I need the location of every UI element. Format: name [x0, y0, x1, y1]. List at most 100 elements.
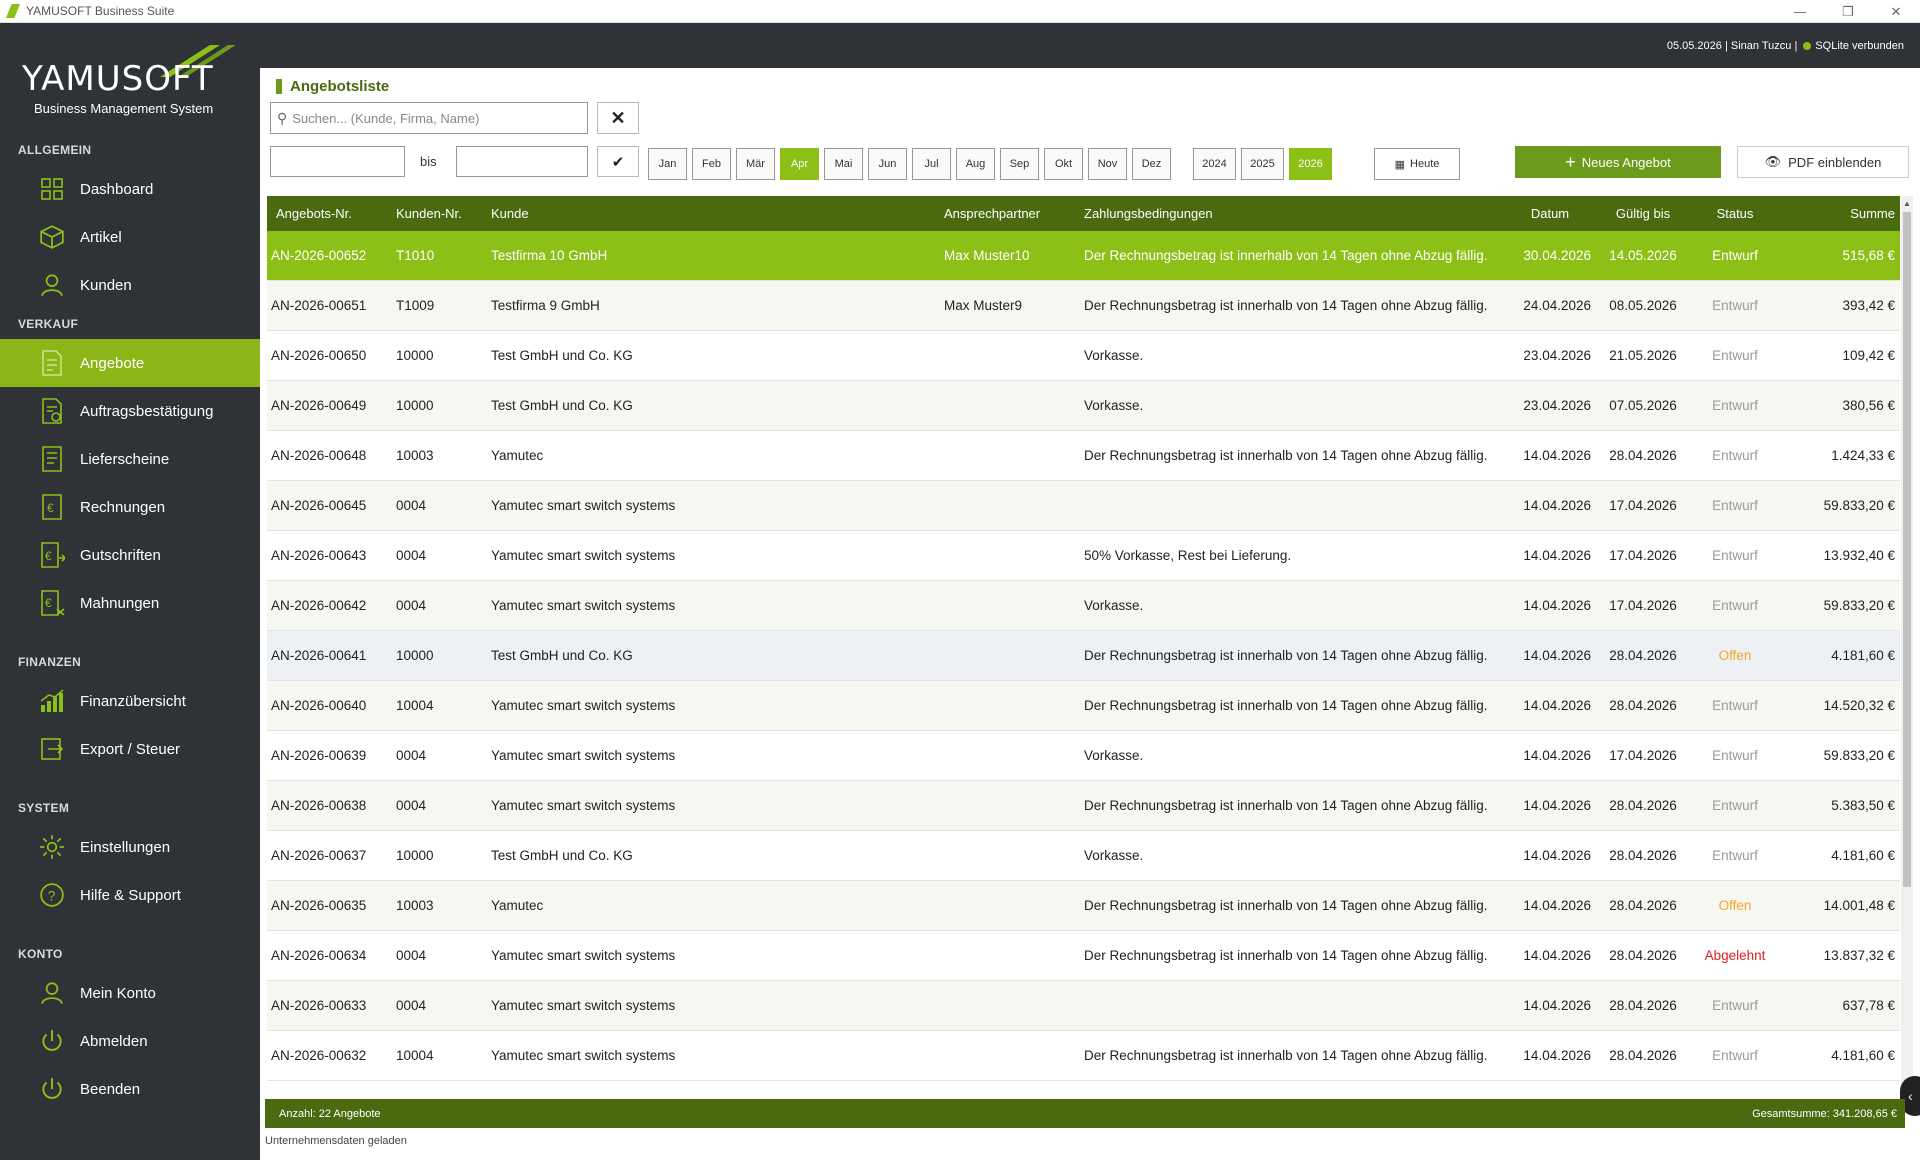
table-row[interactable]: AN-2026-00640 10004 Yamutec smart switch s… [267, 681, 1900, 731]
cell-summe: 13.837,32 € [1823, 948, 1895, 963]
column-header-gueltig-bis[interactable]: Gültig bis [1595, 206, 1691, 221]
cell-kunde: Yamutec smart switch systems [491, 598, 676, 613]
cell-datum: 14.04.2026 [1523, 948, 1591, 963]
table-header: Angebots-Nr. Kunden-Nr. Kunde Ansprechpartn… [267, 196, 1900, 231]
cell-gueltig-bis: 14.05.2026 [1609, 248, 1677, 263]
date-from-input[interactable] [270, 146, 405, 177]
table-row[interactable]: AN-2026-00634 0004 Yamutec smart switch sy… [267, 931, 1900, 981]
cell-ansprechpartner: Max Muster9 [944, 298, 1023, 313]
table-row[interactable]: AN-2026-00648 10003 Yamutec Der Rechnungsbe… [267, 431, 1900, 481]
cell-summe: 4.181,60 € [1831, 848, 1895, 863]
cell-angebots-nr: AN-2026-00633 [271, 998, 367, 1013]
close-icon[interactable]: ✕ [1872, 0, 1920, 23]
column-header-ansprechpartner[interactable]: Ansprechpartner [940, 206, 1080, 221]
column-header-summe[interactable]: Summe [1779, 206, 1899, 221]
table-row[interactable]: AN-2026-00635 10003 Yamutec Der Rechnungsbe… [267, 881, 1900, 931]
table-row[interactable]: AN-2026-00645 0004 Yamutec smart switch sy… [267, 481, 1900, 531]
restore-icon[interactable]: ❐ [1824, 0, 1872, 23]
sidebar-item-artikel[interactable]: Artikel [0, 213, 260, 261]
scroll-up-icon[interactable]: ▲ [1901, 196, 1913, 210]
sidebar-item-label: Mein Konto [80, 984, 156, 1002]
table-row[interactable]: AN-2026-00641 10000 Test GmbH und Co. KG De… [267, 631, 1900, 681]
sidebar-item-beenden[interactable]: Beenden [0, 1065, 260, 1113]
table-row[interactable]: AN-2026-00637 10000 Test GmbH und Co. KG Vo… [267, 831, 1900, 881]
sidebar-item-lieferscheine[interactable]: Lieferscheine [0, 435, 260, 483]
month-button[interactable]: Dez [1132, 148, 1171, 180]
month-button[interactable]: Nov [1088, 148, 1127, 180]
month-button[interactable]: Okt [1044, 148, 1083, 180]
table-row[interactable]: AN-2026-00632 10004 Yamutec smart switch s… [267, 1031, 1900, 1081]
cell-kunde: Yamutec smart switch systems [491, 948, 676, 963]
table-row[interactable]: AN-2026-00638 0004 Yamutec smart switch sy… [267, 781, 1900, 831]
cell-kunde: Yamutec smart switch systems [491, 548, 676, 563]
table-row[interactable]: AN-2026-00643 0004 Yamutec smart switch sy… [267, 531, 1900, 581]
month-button[interactable]: Jul [912, 148, 951, 180]
sidebar-item-gutschriften[interactable]: € Gutschriften [0, 531, 260, 579]
today-button[interactable]: ▦ Heute [1374, 148, 1460, 180]
cell-kunden-nr: 10003 [396, 898, 434, 913]
sidebar-item-kunden[interactable]: Kunden [0, 261, 260, 309]
show-pdf-button[interactable]: 👁 PDF einblenden [1737, 146, 1909, 178]
month-button[interactable]: Mai [824, 148, 863, 180]
cell-kunde: Test GmbH und Co. KG [491, 648, 633, 663]
reminder-icon: € [38, 589, 66, 617]
window-titlebar: YAMUSOFT Business Suite — ❐ ✕ [0, 0, 1920, 23]
sidebar-item-auftrag[interactable]: Auftragsbestätigung [0, 387, 260, 435]
month-button[interactable]: Sep [1000, 148, 1039, 180]
minimize-icon[interactable]: — [1776, 0, 1824, 23]
column-header-zahlungsbedingungen[interactable]: Zahlungsbedingungen [1080, 206, 1505, 221]
sidebar-item-mahnungen[interactable]: € Mahnungen [0, 579, 260, 627]
year-button[interactable]: 2026 [1289, 148, 1332, 180]
scrollbar-thumb[interactable] [1903, 212, 1911, 887]
vertical-scrollbar[interactable]: ▲ [1901, 196, 1913, 1102]
table-row[interactable]: AN-2026-00652 T1010 Testfirma 10 GmbH Max M… [267, 231, 1900, 281]
date-range-bis-label: bis [420, 154, 437, 169]
table-row[interactable]: AN-2026-00649 10000 Test GmbH und Co. KG Vo… [267, 381, 1900, 431]
sidebar-item-mein-konto[interactable]: Mein Konto [0, 969, 260, 1017]
sidebar-item-label: Kunden [80, 276, 132, 294]
month-button[interactable]: Apr [780, 148, 819, 180]
search-input[interactable]: ⚲ Suchen... (Kunde, Firma, Name) [270, 102, 588, 134]
cell-kunden-nr: 10004 [396, 698, 434, 713]
search-icon: ⚲ [277, 109, 288, 126]
cell-datum: 23.04.2026 [1523, 398, 1591, 413]
new-offer-button[interactable]: + Neues Angebot [1515, 146, 1721, 178]
cell-kunden-nr: 10000 [396, 398, 434, 413]
cell-zahlungsbedingungen: Vorkasse. [1084, 348, 1144, 363]
column-header-datum[interactable]: Datum [1505, 206, 1595, 221]
table-row[interactable]: AN-2026-00651 T1009 Testfirma 9 GmbH Max Mu… [267, 281, 1900, 331]
sidebar-item-finanzuebersicht[interactable]: Finanzübersicht [0, 677, 260, 725]
cell-angebots-nr: AN-2026-00640 [271, 698, 367, 713]
sidebar-item-rechnungen[interactable]: € Rechnungen [0, 483, 260, 531]
sidebar-item-dashboard[interactable]: Dashboard [0, 165, 260, 213]
table-row[interactable]: AN-2026-00639 0004 Yamutec smart switch sy… [267, 731, 1900, 781]
table-row[interactable]: AN-2026-00650 10000 Test GmbH und Co. KG Vo… [267, 331, 1900, 381]
month-button[interactable]: Jan [648, 148, 687, 180]
cell-angebots-nr: AN-2026-00641 [271, 648, 367, 663]
month-button[interactable]: Mär [736, 148, 775, 180]
column-header-status[interactable]: Status [1691, 206, 1779, 221]
column-header-angebots-nr[interactable]: Angebots-Nr. [267, 206, 392, 221]
column-header-kunden-nr[interactable]: Kunden-Nr. [392, 206, 487, 221]
sidebar-item-export[interactable]: Export / Steuer [0, 725, 260, 773]
month-button[interactable]: Feb [692, 148, 731, 180]
table-row[interactable]: AN-2026-00642 0004 Yamutec smart switch sy… [267, 581, 1900, 631]
svg-text:€: € [47, 501, 54, 515]
sidebar-item-abmelden[interactable]: Abmelden [0, 1017, 260, 1065]
clear-search-button[interactable]: ✕ [597, 102, 639, 134]
apply-date-filter-button[interactable]: ✔ [597, 146, 639, 177]
year-button[interactable]: 2025 [1241, 148, 1284, 180]
column-header-kunde[interactable]: Kunde [487, 206, 940, 221]
cell-gueltig-bis: 17.04.2026 [1609, 598, 1677, 613]
sidebar-item-angebote[interactable]: Angebote [0, 339, 260, 387]
month-button[interactable]: Aug [956, 148, 995, 180]
cell-datum: 24.04.2026 [1523, 298, 1591, 313]
sidebar-item-einstellungen[interactable]: Einstellungen [0, 823, 260, 871]
offer-count: Anzahl: 22 Angebote [279, 1107, 381, 1120]
sidebar-item-hilfe[interactable]: ? Hilfe & Support [0, 871, 260, 919]
cell-summe: 59.833,20 € [1823, 498, 1895, 513]
date-to-input[interactable] [456, 146, 588, 177]
year-button[interactable]: 2024 [1193, 148, 1236, 180]
table-row[interactable]: AN-2026-00633 0004 Yamutec smart switch sy… [267, 981, 1900, 1031]
month-button[interactable]: Jun [868, 148, 907, 180]
